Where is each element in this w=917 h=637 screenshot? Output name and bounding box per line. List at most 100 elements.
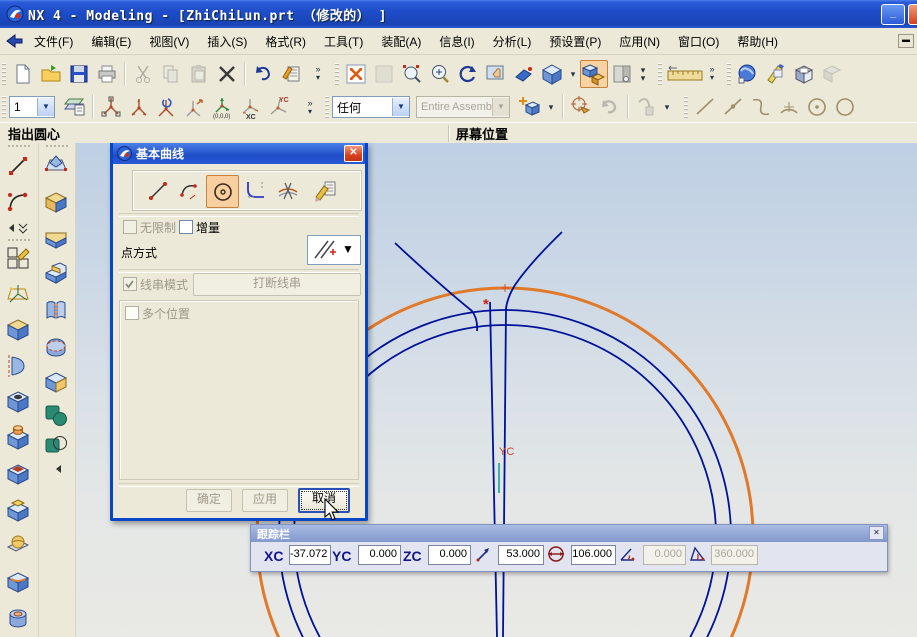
menu-tools[interactable]: 工具(T) — [315, 29, 372, 54]
edit-parameters-tool-button[interactable] — [310, 175, 341, 206]
view-dropdown-caret[interactable]: ▾ — [566, 70, 580, 78]
wedge-icon[interactable] — [41, 223, 71, 253]
menu-preferences[interactable]: 预设置(P) — [540, 29, 610, 54]
toolbar-grip[interactable] — [2, 63, 6, 85]
menu-help[interactable]: 帮助(H) — [728, 29, 787, 54]
menu-edit[interactable]: 编辑(E) — [82, 29, 140, 54]
zoom-gray-icon[interactable] — [370, 60, 398, 88]
datum-csys-icon[interactable] — [3, 279, 33, 309]
menu-format[interactable]: 格式(R) — [256, 29, 315, 54]
sphere-icon[interactable] — [3, 531, 33, 561]
snap-arc-center-icon[interactable] — [775, 93, 803, 121]
toolbar-grip[interactable] — [2, 96, 6, 118]
rotate-view-icon[interactable] — [454, 60, 482, 88]
menu-application[interactable]: 应用(N) — [610, 29, 669, 54]
toolbar-overflow-chevron[interactable]: »▾ — [303, 99, 317, 116]
datum-plane-icon[interactable] — [41, 151, 71, 181]
chevron-down-icon[interactable]: ▼ — [342, 236, 354, 262]
assembly-app-icon[interactable] — [818, 60, 846, 88]
app-menu-icon[interactable] — [5, 32, 25, 50]
revolve-icon[interactable] — [3, 351, 33, 381]
shell-icon[interactable] — [41, 331, 71, 361]
copy-icon[interactable] — [157, 60, 185, 88]
menu-assemblies[interactable]: 装配(A) — [372, 29, 430, 54]
toolbar-grip[interactable] — [658, 63, 662, 85]
snap-back-icon[interactable] — [595, 93, 623, 121]
subtract-boolean-icon[interactable] — [41, 431, 71, 461]
new-file-icon[interactable] — [9, 60, 37, 88]
toolbar-grip[interactable] — [325, 96, 329, 118]
toolbar-grip[interactable] — [684, 96, 688, 118]
tracking-close-icon[interactable]: ✕ — [869, 526, 884, 540]
arc-tool-button[interactable] — [174, 175, 205, 206]
snap-circle-icon[interactable] — [831, 93, 859, 121]
cut-icon[interactable] — [129, 60, 157, 88]
wcs-orient-icon[interactable] — [153, 93, 181, 121]
journal-icon[interactable] — [277, 60, 305, 88]
save-icon[interactable] — [65, 60, 93, 88]
hole-icon[interactable] — [3, 387, 33, 417]
wcs-rotate-icon[interactable] — [125, 93, 153, 121]
toolbar-collapse-icon[interactable] — [3, 221, 33, 235]
tube-icon[interactable] — [3, 603, 33, 633]
block-icon[interactable] — [41, 187, 71, 217]
step-block-icon[interactable] — [41, 259, 71, 289]
undo-icon[interactable] — [249, 60, 277, 88]
radius-value-field[interactable]: 53.000 — [498, 545, 544, 565]
dialog-close-icon[interactable]: ✕ — [344, 145, 363, 162]
extrude-icon[interactable] — [3, 315, 33, 345]
cancel-button[interactable]: 取消 — [298, 488, 350, 513]
toolbar-overflow-chevron[interactable]: »▾ — [311, 65, 325, 82]
pages-icon[interactable] — [41, 295, 71, 325]
zoom-box-icon[interactable] — [398, 60, 426, 88]
chain-dropdown-caret[interactable]: ▾ — [660, 103, 674, 111]
yc-value-field[interactable]: 0.000 — [358, 545, 401, 565]
chain-link-icon[interactable] — [632, 93, 660, 121]
menu-window[interactable]: 窗口(O) — [669, 29, 728, 54]
print-icon[interactable] — [93, 60, 121, 88]
hollow-cube-icon[interactable] — [41, 367, 71, 397]
find-dropdown-caret[interactable]: ▾ — [544, 103, 558, 111]
open-file-icon[interactable] — [37, 60, 65, 88]
snap-curve-icon[interactable] — [747, 93, 775, 121]
circle-tool-button[interactable] — [206, 175, 239, 208]
toolbar-collapse-icon[interactable] — [53, 463, 65, 475]
window-layout-icon[interactable] — [608, 60, 636, 88]
pad-icon[interactable] — [3, 495, 33, 525]
unite-boolean-icon[interactable] — [41, 401, 71, 431]
increment-checkbox[interactable] — [179, 220, 193, 234]
layer-combobox[interactable]: 1 ▼ — [9, 96, 55, 118]
orient-view-icon[interactable] — [580, 60, 608, 88]
chevron-down-icon[interactable]: ▼ — [37, 98, 54, 116]
ruler-icon[interactable] — [665, 60, 705, 88]
chevron-down-icon[interactable]: ▼ — [392, 98, 409, 116]
toolbar-overflow-chevron[interactable]: »▾ — [705, 65, 719, 82]
xc-value-field[interactable]: -37.072 — [289, 545, 331, 565]
menu-file[interactable]: 文件(F) — [25, 29, 82, 54]
mdi-minimize-button[interactable]: ▬ — [898, 34, 914, 48]
menu-view[interactable]: 视图(V) — [140, 29, 198, 54]
menu-analysis[interactable]: 分析(L) — [484, 29, 541, 54]
pocket-icon[interactable] — [3, 459, 33, 489]
diameter-value-field[interactable]: 106.000 — [571, 545, 616, 565]
minimize-button[interactable]: _ — [881, 4, 905, 25]
trim-tool-button[interactable] — [272, 175, 303, 206]
wcs-dynamics-icon[interactable] — [97, 93, 125, 121]
tracking-bar-titlebar[interactable]: 跟踪栏 ✕ — [251, 525, 887, 542]
sketch-icon[interactable] — [3, 243, 33, 273]
wcs-display-icon[interactable]: XC — [237, 93, 265, 121]
boss-icon[interactable] — [3, 423, 33, 453]
wcs-move-icon[interactable] — [181, 93, 209, 121]
toolbar-grip[interactable] — [335, 63, 339, 85]
pan-view-icon[interactable] — [482, 60, 510, 88]
groove-icon[interactable] — [3, 567, 33, 597]
close-button[interactable] — [908, 4, 917, 25]
snap-point-icon[interactable] — [567, 93, 595, 121]
snap-line-icon[interactable] — [691, 93, 719, 121]
arc-tool-icon[interactable] — [3, 187, 33, 217]
point-method-dropdown[interactable]: ▼ — [307, 235, 361, 265]
wcs-set-icon[interactable]: YC — [265, 93, 293, 121]
line-tool-icon[interactable] — [3, 151, 33, 181]
dialog-titlebar[interactable]: 基本曲线 ✕ — [113, 143, 365, 164]
line-tool-button[interactable] — [142, 175, 173, 206]
